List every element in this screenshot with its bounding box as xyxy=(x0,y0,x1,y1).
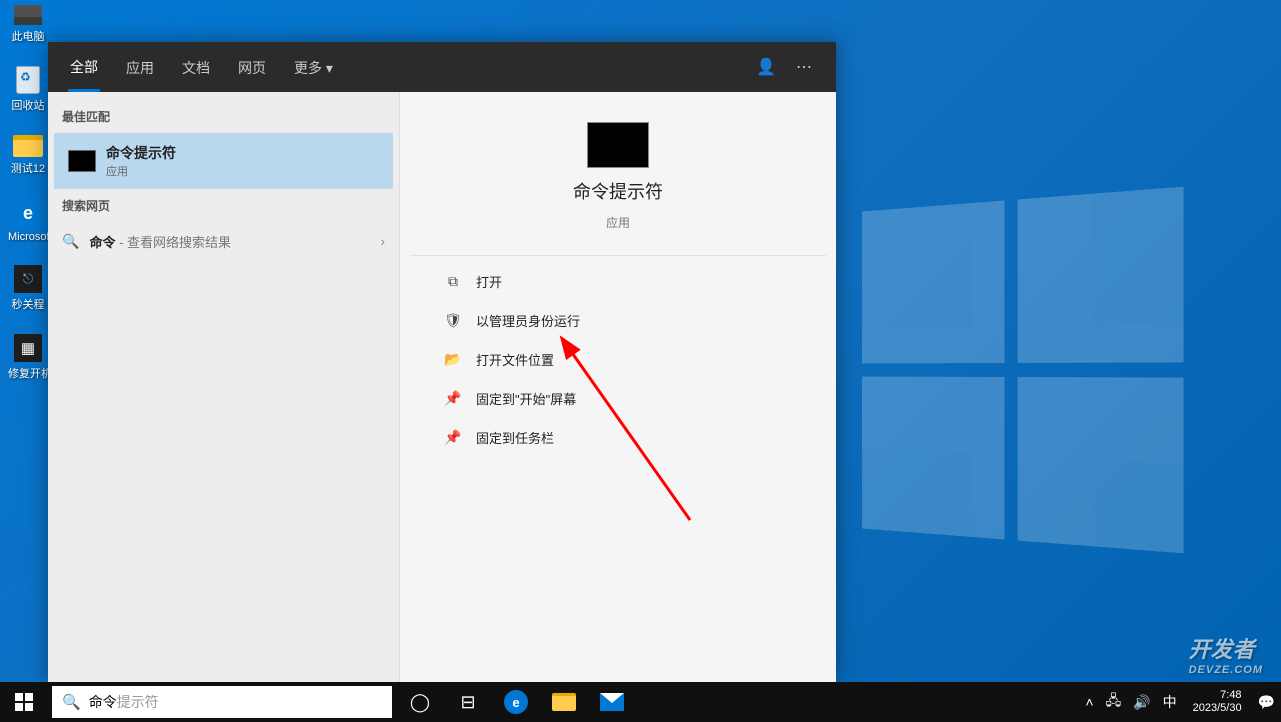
tab-apps[interactable]: 应用 xyxy=(124,44,156,90)
pin-icon: 📌 xyxy=(444,390,462,407)
taskbar-search-box[interactable]: 🔍 命令提示符 xyxy=(52,686,392,718)
start-search-panel: 全部 应用 文档 网页 更多 ▾ 👤 ⋯ 最佳匹配 命令提示符 应用 搜索网页 … xyxy=(48,42,836,682)
pin-icon: 📌 xyxy=(444,429,462,446)
search-header: 全部 应用 文档 网页 更多 ▾ 👤 ⋯ xyxy=(48,42,836,92)
tray-chevron-icon[interactable]: ˄ xyxy=(1085,694,1093,710)
search-tabs: 全部 应用 文档 网页 更多 ▾ xyxy=(56,43,335,92)
windows-icon xyxy=(15,693,33,711)
system-tray: ˄ 🖧 🔊 中 7:48 2023/5/30 💬 xyxy=(1085,689,1281,715)
clock-date: 2023/5/30 xyxy=(1193,702,1242,715)
volume-icon[interactable]: 🔊 xyxy=(1133,694,1150,711)
desktop-icon-this-pc[interactable]: 此电脑 xyxy=(10,5,46,44)
more-options-icon[interactable]: ⋯ xyxy=(796,57,812,77)
web-search-label: 搜索网页 xyxy=(48,191,399,220)
icon-label: 此电脑 xyxy=(8,28,48,44)
desktop-icon-recycle-bin[interactable]: 回收站 xyxy=(10,66,46,113)
action-center-icon[interactable]: 💬 xyxy=(1258,694,1275,711)
search-icon: 🔍 xyxy=(62,693,81,711)
tab-web[interactable]: 网页 xyxy=(236,44,268,90)
best-match-label: 最佳匹配 xyxy=(48,102,399,131)
folder-icon xyxy=(552,693,576,711)
recycle-icon xyxy=(16,66,40,94)
action-label: 固定到"开始"屏幕 xyxy=(476,389,576,408)
desktop-icon-tool2[interactable]: ▦ 修复开机屏 xyxy=(10,334,46,381)
pc-icon xyxy=(14,5,42,25)
taskbar-explorer[interactable] xyxy=(540,682,588,722)
taskbar-mail[interactable] xyxy=(588,682,636,722)
feedback-icon[interactable]: 👤 xyxy=(756,57,776,77)
action-label: 打开 xyxy=(476,272,502,291)
start-button[interactable] xyxy=(0,682,48,722)
chevron-right-icon: › xyxy=(381,234,385,249)
web-desc: - 查看网络搜索结果 xyxy=(115,235,231,250)
preview-pane: 命令提示符 应用 ⧉ 打开 🛡 以管理员身份运行 📂 打开文件位置 📌 固定到"开始"屏… xyxy=(400,92,836,682)
icon-label: Microsoft Edge xyxy=(8,231,48,243)
tool-icon: ⎋ xyxy=(14,265,42,293)
action-label: 固定到任务栏 xyxy=(476,428,554,447)
task-view-button[interactable]: ◯ xyxy=(396,682,444,722)
web-search-row[interactable]: 🔍 命令 - 查看网络搜索结果 › xyxy=(48,220,399,263)
taskbar: 🔍 命令提示符 ◯ ⊟ e ˄ 🖧 🔊 中 7:48 2023/5/30 💬 xyxy=(0,682,1281,722)
tab-docs[interactable]: 文档 xyxy=(180,44,212,90)
best-match-subtitle: 应用 xyxy=(106,163,176,179)
icon-label: 测试12 xyxy=(8,160,48,176)
network-icon[interactable]: 🖧 xyxy=(1106,690,1122,714)
best-match-title: 命令提示符 xyxy=(106,143,176,163)
folder-icon xyxy=(13,135,43,157)
tab-more[interactable]: 更多 ▾ xyxy=(292,44,335,90)
action-pin-start[interactable]: 📌 固定到"开始"屏幕 xyxy=(440,379,796,418)
shield-icon: 🛡 xyxy=(444,312,462,329)
web-term: 命令 xyxy=(89,235,115,250)
open-icon: ⧉ xyxy=(444,273,462,290)
clock-time: 7:48 xyxy=(1193,689,1242,702)
windows-wallpaper-logo xyxy=(862,187,1183,554)
taskbar-edge[interactable]: e xyxy=(492,682,540,722)
ime-indicator[interactable]: 中 xyxy=(1163,692,1177,712)
action-label: 以管理员身份运行 xyxy=(476,311,580,330)
mail-icon xyxy=(600,693,624,711)
desktop-icon-tool1[interactable]: ⎋ 秒关程 xyxy=(10,265,46,312)
action-open[interactable]: ⧉ 打开 xyxy=(440,262,796,301)
tab-all[interactable]: 全部 xyxy=(68,43,100,92)
icon-label: 回收站 xyxy=(8,97,48,113)
edge-icon: e xyxy=(504,690,528,714)
preview-subtitle: 应用 xyxy=(606,214,630,231)
search-icon: 🔍 xyxy=(62,233,79,250)
action-open-file-location[interactable]: 📂 打开文件位置 xyxy=(440,340,796,379)
desktop-icon-folder[interactable]: 测试12 xyxy=(10,135,46,176)
preview-actions: ⧉ 打开 🛡 以管理员身份运行 📂 打开文件位置 📌 固定到"开始"屏幕 📌 固定到任务栏 xyxy=(410,255,826,457)
tool-icon: ▦ xyxy=(14,334,42,362)
taskbar-clock[interactable]: 7:48 2023/5/30 xyxy=(1189,689,1246,715)
edge-icon: e xyxy=(13,198,43,228)
search-hint: 提示符 xyxy=(117,694,159,710)
icon-label: 秒关程 xyxy=(8,296,48,312)
action-label: 打开文件位置 xyxy=(476,350,554,369)
task-view-timeline-button[interactable]: ⊟ xyxy=(444,682,492,722)
action-pin-taskbar[interactable]: 📌 固定到任务栏 xyxy=(440,418,796,457)
watermark: 开发者 DEVZE.COM xyxy=(1189,632,1263,676)
cmd-preview-icon xyxy=(587,122,649,168)
preview-title: 命令提示符 xyxy=(573,178,663,204)
icon-label: 修复开机屏 xyxy=(8,365,48,381)
cmd-thumb-icon xyxy=(68,150,96,172)
best-match-item[interactable]: 命令提示符 应用 xyxy=(54,133,393,189)
search-typed: 命令 xyxy=(89,694,117,710)
desktop-icon-edge[interactable]: e Microsoft Edge xyxy=(10,198,46,243)
folder-icon: 📂 xyxy=(444,351,462,368)
desktop-icons: 此电脑 回收站 测试12 e Microsoft Edge ⎋ 秒关程 ▦ 修复开机屏 xyxy=(10,5,46,381)
action-run-as-admin[interactable]: 🛡 以管理员身份运行 xyxy=(440,301,796,340)
results-list: 最佳匹配 命令提示符 应用 搜索网页 🔍 命令 - 查看网络搜索结果 › xyxy=(48,92,400,682)
